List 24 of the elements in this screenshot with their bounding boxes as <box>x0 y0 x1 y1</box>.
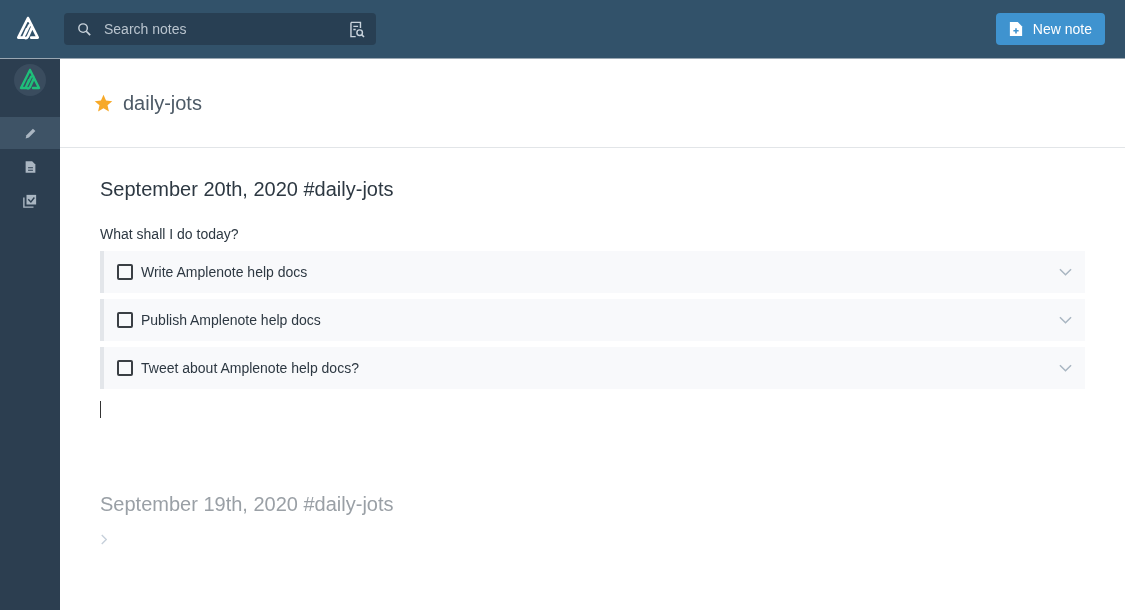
user-avatar[interactable] <box>14 64 46 96</box>
paragraph-text: What shall I do today? <box>100 226 240 242</box>
search-document-icon[interactable] <box>347 19 366 39</box>
entry-heading[interactable]: September 20th, 2020 #daily-jots <box>100 178 1085 201</box>
task-label: Publish Amplenote help docs <box>141 312 322 328</box>
note-title: daily-jots <box>123 91 202 115</box>
search-icon <box>76 20 93 38</box>
search-field[interactable]: Search notes <box>102 20 338 38</box>
task-label: Write Amplenote help docs <box>141 264 309 280</box>
document-icon <box>23 160 37 174</box>
task-checkbox[interactable] <box>117 312 133 328</box>
task-checkbox[interactable] <box>117 264 133 280</box>
text-cursor <box>100 401 101 418</box>
task-row[interactable]: Tweet about Amplenote help docs? <box>100 347 1085 389</box>
star-icon[interactable] <box>93 92 114 114</box>
search-bar[interactable]: Search notes <box>64 13 376 45</box>
add-document-icon <box>1008 21 1023 37</box>
task-row[interactable]: Publish Amplenote help docs <box>100 299 1085 341</box>
checklist-icon <box>23 194 37 208</box>
pencil-icon <box>23 126 37 140</box>
task-checkbox[interactable] <box>117 360 133 376</box>
task-row[interactable]: Write Amplenote help docs <box>100 251 1085 293</box>
task-label: Tweet about Amplenote help docs? <box>141 360 360 376</box>
app-logo-icon[interactable] <box>15 16 41 42</box>
